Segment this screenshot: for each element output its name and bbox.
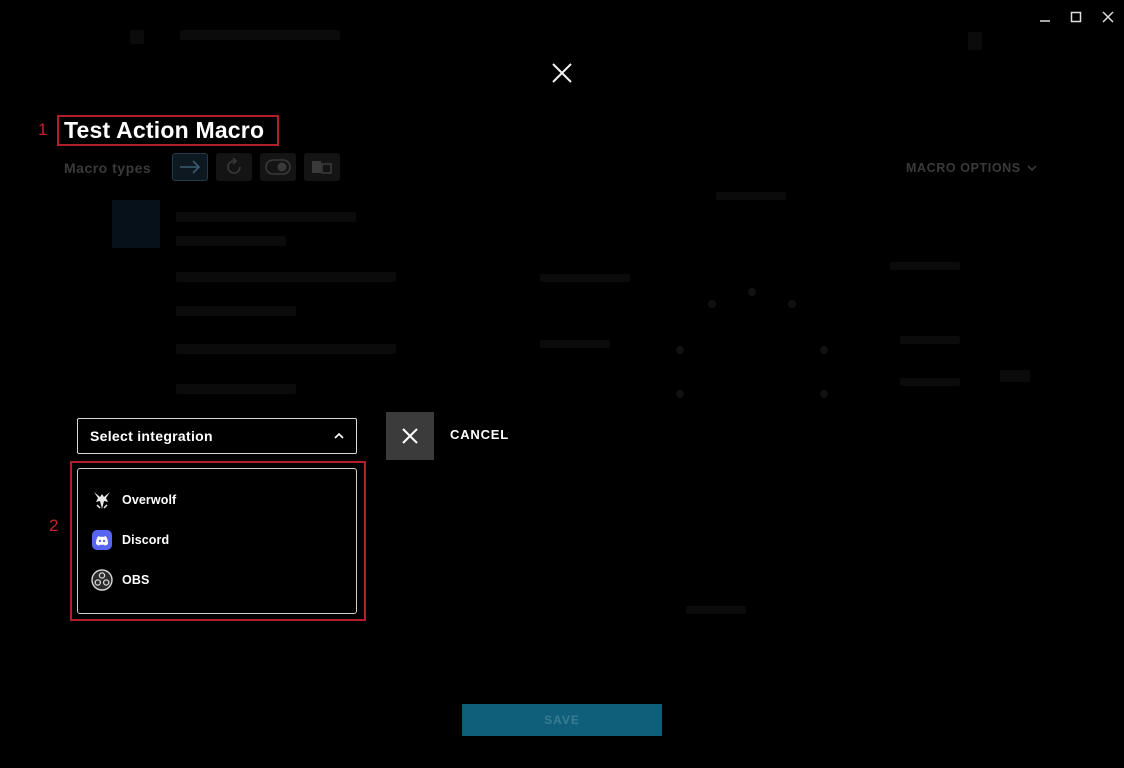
discord-icon: [92, 530, 112, 550]
page-title[interactable]: Test Action Macro: [64, 117, 264, 144]
maximize-button[interactable]: [1065, 6, 1087, 28]
macro-type-simple-button[interactable]: [172, 153, 208, 181]
minimize-button[interactable]: [1034, 6, 1056, 28]
close-icon: [402, 428, 418, 444]
menu-item-label: OBS: [122, 573, 150, 587]
cancel-icon-button[interactable]: [386, 412, 434, 460]
macro-type-toggle-button[interactable]: [260, 153, 296, 181]
close-icon: [1102, 11, 1114, 23]
menu-item-label: Discord: [122, 533, 170, 547]
dialog-close-button[interactable]: [550, 61, 574, 85]
integration-select[interactable]: Select integration: [77, 418, 357, 454]
window-close-button[interactable]: [1097, 6, 1119, 28]
macro-type-sequence-button[interactable]: [304, 153, 340, 181]
minimize-icon: [1040, 20, 1050, 22]
toggle-icon: [265, 159, 291, 175]
obs-icon: [91, 569, 113, 591]
menu-item-overwolf[interactable]: Overwolf: [91, 487, 345, 513]
repeat-icon: [227, 157, 241, 174]
macro-options-dropdown[interactable]: MACRO OPTIONS: [906, 161, 1037, 175]
save-button[interactable]: SAVE: [462, 704, 662, 736]
overwolf-icon: [94, 492, 110, 509]
annotation-marker-2: 2: [49, 516, 59, 535]
close-icon: [552, 63, 572, 83]
maximize-icon: [1070, 11, 1082, 23]
sequence-icon: [312, 161, 332, 174]
annotation-marker-1: 1: [38, 120, 48, 139]
macro-types-label: Macro types: [64, 160, 152, 176]
menu-item-label: Overwolf: [122, 493, 177, 507]
macro-type-repeat-button[interactable]: [216, 153, 252, 181]
integration-select-label: Select integration: [90, 428, 213, 444]
macro-options-label: MACRO OPTIONS: [906, 161, 1021, 175]
menu-item-discord[interactable]: Discord: [91, 527, 345, 553]
save-button-label: SAVE: [544, 713, 580, 727]
menu-item-obs[interactable]: OBS: [91, 567, 345, 593]
arrow-right-icon: [180, 160, 201, 174]
cancel-button[interactable]: CANCEL: [450, 427, 509, 442]
chevron-up-icon: [334, 432, 344, 439]
integration-menu: Overwolf Discord OBS: [77, 468, 357, 614]
chevron-down-icon: [1027, 165, 1037, 172]
